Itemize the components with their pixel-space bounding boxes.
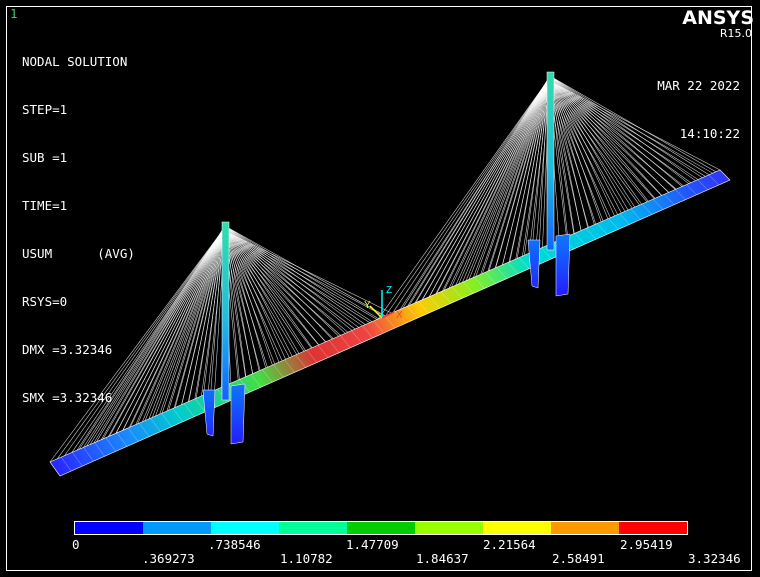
legend-color-segment [415, 522, 483, 534]
legend-top-label-3: 1.47709 [346, 537, 399, 552]
triad-x-label: X [396, 310, 403, 321]
legend-color-segment [619, 522, 687, 534]
graphics-viewport[interactable]: 1 NODAL SOLUTION STEP=1 SUB =1 TIME=1 US… [0, 0, 760, 577]
legend-bottom-label-4: 2.58491 [552, 551, 605, 566]
stay-cables [49, 75, 731, 477]
legend-color-segment [483, 522, 551, 534]
legend-bottom-label-5: 3.32346 [688, 551, 741, 566]
triad-z-label: Z [386, 285, 392, 296]
legend-color-segment [211, 522, 279, 534]
legend-color-segment [75, 522, 143, 534]
bridge-model-plot: Z Y X [49, 71, 731, 477]
legend-color-segment [279, 522, 347, 534]
legend-top-label-4: 2.21564 [483, 537, 536, 552]
legend-top-label-1: 0 [72, 537, 80, 552]
legend-bottom-label-3: 1.84637 [416, 551, 469, 566]
legend-bottom-label-1: .369273 [142, 551, 195, 566]
bridge-deck [49, 169, 731, 477]
triad-y-label: Y [364, 300, 371, 311]
legend-color-segment [347, 522, 415, 534]
legend-color-segment [551, 522, 619, 534]
legend-top-label-2: .738546 [208, 537, 261, 552]
legend-top-label-5: 2.95419 [620, 537, 673, 552]
legend-bottom-label-2: 1.10782 [280, 551, 333, 566]
contour-legend-bar [74, 521, 688, 535]
legend-color-segment [143, 522, 211, 534]
